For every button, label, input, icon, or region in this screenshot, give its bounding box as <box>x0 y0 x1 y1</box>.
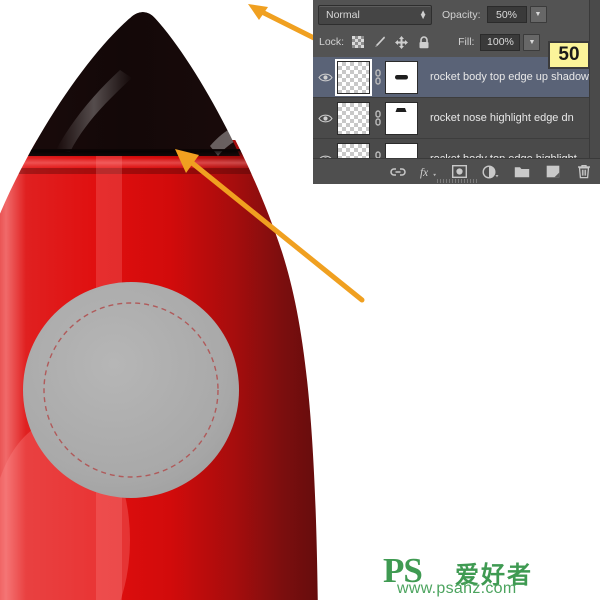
link-layers-button[interactable] <box>389 163 406 180</box>
new-layer-button[interactable] <box>544 163 561 180</box>
lock-position-icon[interactable] <box>395 35 409 49</box>
layer-thumbnail[interactable] <box>335 58 372 96</box>
opacity-control: Opacity: 50% ▼ <box>442 6 547 23</box>
layer-thumbnail[interactable] <box>337 101 370 135</box>
panel-resize-grip[interactable] <box>436 179 477 183</box>
lock-buttons <box>351 35 430 49</box>
blend-and-opacity-row: Normal ▲ ▼ Opacity: 50% ▼ <box>313 0 600 29</box>
fill-label: Fill: <box>458 36 475 48</box>
layer-style-fx-button[interactable]: fx <box>420 163 437 180</box>
mask-link-icon[interactable] <box>370 110 385 126</box>
svg-text:fx: fx <box>420 166 428 178</box>
blend-mode-select[interactable]: Normal ▲ ▼ <box>318 4 432 25</box>
opacity-input[interactable]: 50% <box>486 6 527 23</box>
arrow-to-layers-panel <box>248 4 325 45</box>
layer-name: rocket nose highlight edge dn <box>430 112 574 124</box>
fill-dropdown-button[interactable]: ▼ <box>523 33 541 51</box>
fill-input[interactable]: 100% <box>480 33 521 51</box>
delete-layer-button[interactable] <box>575 163 592 180</box>
layer-row[interactable]: rocket nose highlight edge dn <box>313 98 590 139</box>
layer-visibility-eye-icon[interactable] <box>313 72 337 83</box>
new-adjustment-layer-button[interactable] <box>482 163 499 180</box>
nose-body-seam-line <box>0 149 318 151</box>
opacity-label: Opacity: <box>442 8 481 21</box>
nose-body-seam <box>0 150 318 157</box>
body-top-edge-highlight <box>0 158 318 169</box>
lock-label: Lock: <box>319 36 345 48</box>
new-group-button[interactable] <box>513 163 530 180</box>
blend-mode-value: Normal <box>326 8 360 21</box>
lock-image-pixels-icon[interactable] <box>373 36 386 49</box>
lock-all-icon[interactable] <box>417 35 430 49</box>
layer-mask-thumbnail[interactable] <box>385 101 418 135</box>
layers-panel-scrollbar[interactable] <box>589 0 600 158</box>
lock-transparent-pixels-icon[interactable] <box>351 36 364 49</box>
layer-mask-thumbnail[interactable] <box>385 60 418 94</box>
screenshot-root: Normal ▲ ▼ Opacity: 50% ▼ Lock: Fill: 10… <box>0 0 600 600</box>
step-number-badge: 50 <box>548 41 590 69</box>
rocket-porthole <box>23 282 239 498</box>
opacity-dropdown-button[interactable]: ▼ <box>529 6 547 23</box>
layers-panel[interactable]: Normal ▲ ▼ Opacity: 50% ▼ Lock: Fill: 10… <box>313 0 600 184</box>
layers-panel-toolbar: fx <box>313 158 600 184</box>
layer-visibility-eye-icon[interactable] <box>313 113 337 124</box>
fill-control: Fill: 100% ▼ <box>458 33 541 51</box>
porthole-disc <box>23 282 239 498</box>
add-layer-mask-button[interactable] <box>451 163 468 180</box>
body-top-edge-shadow <box>0 168 318 174</box>
chevron-updown-icon[interactable]: ▲ ▼ <box>419 8 427 20</box>
layer-name: rocket body top edge up shadow <box>430 71 590 83</box>
mask-link-icon[interactable] <box>370 69 385 85</box>
